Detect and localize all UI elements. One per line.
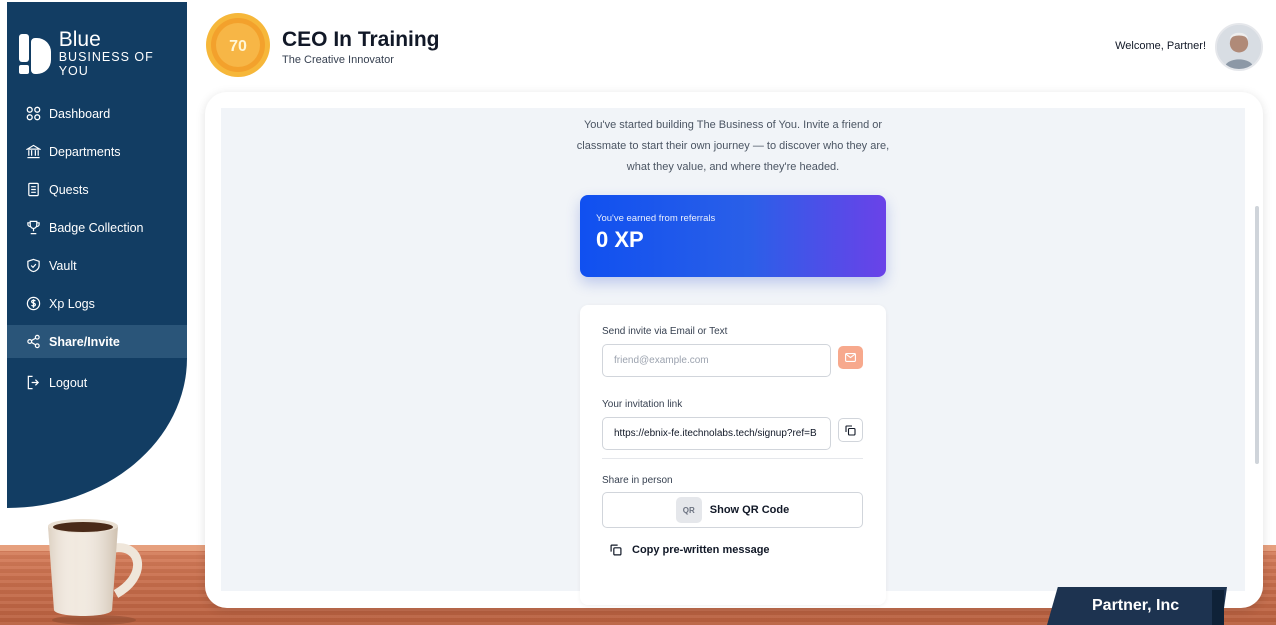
scrollbar[interactable] bbox=[1255, 206, 1259, 464]
send-invite-button[interactable] bbox=[838, 346, 863, 369]
intro-text: You've started building The Business of … bbox=[576, 119, 890, 173]
page-subtitle: The Creative Innovator bbox=[282, 54, 394, 66]
level-medal-icon: 70 bbox=[206, 13, 270, 77]
show-qr-code-button[interactable]: QR Show QR Code bbox=[602, 492, 863, 528]
building-icon bbox=[25, 144, 41, 160]
email-label: Send invite via Email or Text bbox=[602, 326, 728, 337]
xp-label: You've earned from referrals bbox=[596, 213, 716, 224]
sidebar-item-badge-collection[interactable]: Badge Collection bbox=[7, 211, 187, 244]
email-field[interactable] bbox=[602, 344, 831, 377]
divider bbox=[602, 458, 863, 459]
sidebar-item-departments[interactable]: Departments bbox=[7, 135, 187, 168]
qr-icon: QR bbox=[675, 497, 702, 523]
sidebar: Blue BUSINESS OF YOU Dashboard Departmen… bbox=[7, 2, 187, 508]
sidebar-item-logout[interactable]: Logout bbox=[7, 366, 187, 399]
logo[interactable]: Blue BUSINESS OF YOU bbox=[19, 28, 187, 78]
shield-icon bbox=[25, 258, 41, 274]
user-avatar-icon bbox=[1217, 25, 1261, 69]
show-qr-code-label: Show QR Code bbox=[709, 504, 790, 516]
dollar-circle-icon bbox=[25, 296, 41, 312]
sidebar-item-label: Badge Collection bbox=[49, 220, 144, 235]
welcome-text: Welcome, Partner! bbox=[1115, 40, 1206, 52]
copy-message-button[interactable]: Copy pre-written message bbox=[610, 544, 770, 556]
sidebar-item-label: Xp Logs bbox=[49, 296, 95, 311]
coffee-cup-icon bbox=[48, 519, 142, 625]
sidebar-item-label: Departments bbox=[49, 144, 121, 159]
sidebar-nav: Dashboard Departments Quests Badge Colle… bbox=[7, 97, 187, 404]
nameplate-side bbox=[1212, 590, 1224, 625]
share-icon bbox=[25, 334, 41, 350]
sidebar-item-share-invite[interactable]: Share/Invite bbox=[7, 325, 187, 358]
brand-subtitle: BUSINESS OF YOU bbox=[58, 50, 154, 78]
brand-name: Blue bbox=[58, 28, 101, 51]
level-number: 70 bbox=[229, 38, 247, 55]
trophy-icon bbox=[25, 220, 41, 236]
page-title: CEO In Training bbox=[282, 28, 440, 51]
grid-icon bbox=[25, 106, 41, 122]
sidebar-item-xp-logs[interactable]: Xp Logs bbox=[7, 287, 187, 320]
sidebar-item-dashboard[interactable]: Dashboard bbox=[7, 97, 187, 130]
nameplate-text: Partner, Inc bbox=[1092, 597, 1180, 614]
mail-icon bbox=[845, 353, 856, 362]
xp-value: 0 XP bbox=[596, 227, 644, 252]
invitation-link-field[interactable]: https://ebnix-fe.itechnolabs.tech/signup… bbox=[602, 417, 831, 450]
copy-link-button[interactable] bbox=[838, 418, 863, 442]
logout-icon bbox=[25, 375, 41, 391]
logo-mark-icon bbox=[19, 34, 51, 74]
copy-icon bbox=[610, 544, 622, 556]
xp-card: You've earned from referrals 0 XP bbox=[580, 195, 886, 277]
avatar[interactable] bbox=[1215, 23, 1263, 71]
sidebar-item-quests[interactable]: Quests bbox=[7, 173, 187, 206]
scroll-icon bbox=[25, 182, 41, 198]
sidebar-item-label: Vault bbox=[49, 258, 77, 273]
sidebar-item-label: Quests bbox=[49, 182, 89, 197]
copy-message-label: Copy pre-written message bbox=[632, 544, 770, 556]
sidebar-item-vault[interactable]: Vault bbox=[7, 249, 187, 282]
invitation-link-label: Your invitation link bbox=[602, 399, 683, 410]
copy-icon bbox=[845, 424, 856, 436]
share-in-person-label: Share in person bbox=[602, 475, 673, 486]
sidebar-item-label: Share/Invite bbox=[49, 334, 120, 349]
sidebar-item-label: Logout bbox=[49, 375, 88, 390]
sidebar-item-label: Dashboard bbox=[49, 106, 111, 121]
